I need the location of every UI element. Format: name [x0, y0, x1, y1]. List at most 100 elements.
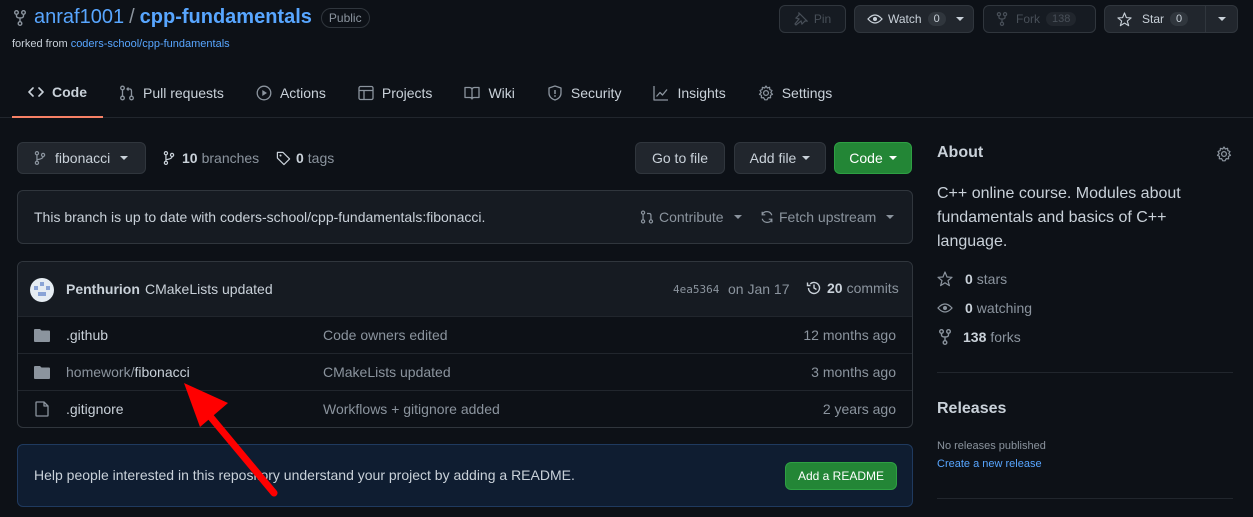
file-browser: Penthurion CMakeLists updated 4ea5364 on… — [17, 261, 913, 428]
releases-title[interactable]: Releases — [937, 400, 1006, 418]
pull-request-icon — [119, 85, 143, 101]
watching-count: 0 — [965, 300, 973, 316]
file-row: homework/fibonacci CMakeLists updated 3 … — [18, 353, 912, 390]
commit-date: on Jan 17 — [728, 281, 790, 297]
repo-title: anraf1001 / cpp-fundamentals Public — [14, 6, 370, 29]
commits-link[interactable]: 20 commits — [806, 280, 899, 296]
star-list-dropdown[interactable] — [1206, 6, 1237, 32]
gear-icon[interactable] — [1216, 146, 1232, 162]
repo-forked-icon — [14, 9, 26, 26]
tab-settings[interactable]: Settings — [742, 70, 849, 116]
tab-insights[interactable]: Insights — [637, 70, 741, 116]
chevron-down-icon — [802, 156, 811, 160]
star-button-group: Star 0 — [1104, 5, 1238, 33]
branch-name: fibonacci — [55, 150, 111, 166]
fork-icon — [996, 12, 1008, 26]
create-release-link[interactable]: Create a new release — [937, 458, 1042, 470]
commits-label: commits — [846, 280, 899, 296]
commit-message-link[interactable]: CMakeLists updated — [145, 281, 273, 297]
forks-count: 138 — [963, 329, 987, 345]
about-description: C++ online course. Modules about fundame… — [937, 185, 1181, 250]
chevron-down-icon — [955, 17, 964, 21]
fork-label: Fork — [1016, 12, 1040, 26]
pin-icon — [794, 12, 808, 26]
file-commit-message[interactable]: CMakeLists updated — [323, 364, 451, 380]
star-count: 0 — [1170, 12, 1189, 26]
branches-link[interactable]: 10 branches — [163, 150, 259, 166]
gear-icon — [758, 85, 782, 101]
pin-button[interactable]: Pin — [779, 5, 846, 33]
fork-button[interactable]: Fork 138 — [983, 5, 1096, 33]
file-commit-message[interactable]: Workflows + gitignore added — [323, 401, 500, 417]
file-name-link[interactable]: .gitignore — [66, 401, 124, 417]
readme-banner: Help people interested in this repositor… — [17, 444, 913, 507]
add-file-button[interactable]: Add file — [734, 142, 826, 174]
chevron-down-icon — [1217, 17, 1226, 21]
fork-icon — [939, 329, 963, 345]
visibility-badge: Public — [320, 7, 370, 28]
tab-label: Insights — [677, 85, 726, 101]
tab-label: Security — [570, 85, 622, 101]
repo-nav-tabs: Code Pull requests Actions Projects Wiki… — [12, 70, 848, 118]
contribute-button[interactable]: Contribute — [640, 209, 742, 225]
watching-link[interactable]: 0 watching — [937, 300, 1032, 316]
repo-owner-link[interactable]: anraf1001 — [34, 6, 124, 29]
commit-hash-link[interactable]: 4ea5364 — [673, 283, 719, 296]
eye-icon — [867, 13, 883, 25]
repo-name-link[interactable]: cpp-fundamentals — [140, 6, 312, 29]
branch-status-text: This branch is up to date with coders-sc… — [34, 209, 486, 225]
eye-icon — [937, 300, 965, 316]
tags-link[interactable]: 0 tags — [276, 150, 334, 166]
book-icon — [464, 85, 488, 101]
avatar[interactable] — [30, 278, 54, 302]
file-age: 12 months ago — [803, 327, 896, 343]
chevron-down-icon — [733, 215, 742, 219]
tab-projects[interactable]: Projects — [342, 70, 449, 116]
no-releases-text: No releases published — [937, 440, 1046, 452]
fetch-upstream-button[interactable]: Fetch upstream — [760, 209, 895, 225]
table-icon — [358, 85, 382, 101]
tags-label: tags — [307, 150, 335, 166]
commits-count: 20 — [827, 280, 843, 296]
file-commit-message[interactable]: Code owners edited — [323, 327, 448, 343]
code-button[interactable]: Code — [834, 142, 912, 174]
branch-select[interactable]: fibonacci — [17, 142, 146, 174]
tab-label: Actions — [279, 85, 326, 101]
stars-link[interactable]: 0 stars — [937, 271, 1007, 287]
tab-code[interactable]: Code — [12, 70, 103, 118]
go-to-file-button[interactable]: Go to file — [635, 142, 725, 174]
watch-button[interactable]: Watch 0 — [854, 5, 974, 33]
star-button[interactable]: Star 0 — [1105, 6, 1205, 32]
watching-label: watching — [976, 300, 1033, 316]
tab-security[interactable]: Security — [531, 70, 638, 116]
chevron-down-icon — [120, 156, 129, 160]
latest-commit-bar: Penthurion CMakeLists updated 4ea5364 on… — [18, 262, 912, 316]
tab-actions[interactable]: Actions — [240, 70, 342, 116]
branches-label: branches — [201, 150, 260, 166]
forks-link[interactable]: 138 forks — [937, 329, 1021, 345]
commit-author-link[interactable]: Penthurion — [66, 281, 140, 297]
forked-from-link[interactable]: coders-school/cpp-fundamentals — [71, 38, 230, 50]
branch-status-box: This branch is up to date with coders-sc… — [17, 190, 913, 244]
tab-wiki[interactable]: Wiki — [448, 70, 530, 116]
pin-label: Pin — [813, 12, 832, 26]
code-button-label: Code — [849, 150, 883, 166]
readme-banner-text: Help people interested in this repositor… — [34, 467, 575, 483]
chevron-down-icon — [886, 215, 895, 219]
branches-count: 10 — [182, 150, 198, 166]
fork-count: 138 — [1046, 12, 1077, 26]
tab-pull-requests[interactable]: Pull requests — [103, 70, 240, 116]
forked-from-prefix: forked from — [12, 38, 71, 50]
file-age: 2 years ago — [822, 401, 896, 417]
file-row: .github Code owners edited 12 months ago — [18, 316, 912, 353]
tab-label: Code — [52, 84, 87, 100]
annotation-arrow — [184, 383, 278, 497]
file-name-link[interactable]: .github — [66, 327, 108, 343]
tab-label: Pull requests — [143, 85, 224, 101]
add-readme-button[interactable]: Add a README — [785, 462, 897, 490]
add-file-label: Add file — [749, 150, 797, 166]
pull-request-icon — [640, 210, 654, 224]
stars-label: stars — [976, 271, 1008, 287]
history-icon — [806, 280, 822, 296]
sync-icon — [760, 210, 774, 224]
